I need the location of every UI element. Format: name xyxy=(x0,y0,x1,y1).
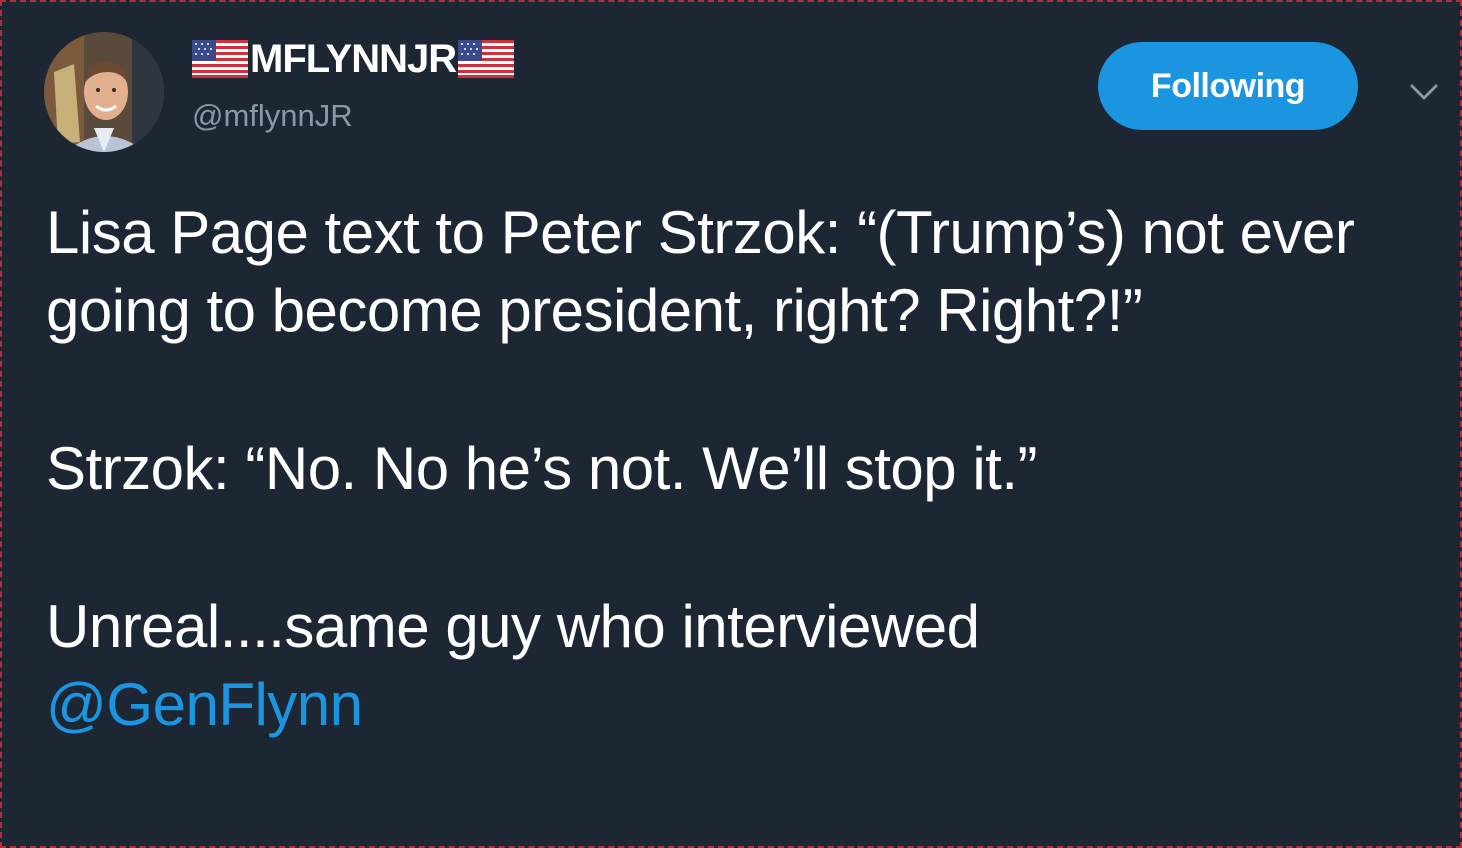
us-flag-icon xyxy=(192,40,248,78)
tweet-paragraph-1: Lisa Page text to Peter Strzok: “(Trump’… xyxy=(46,199,1371,344)
avatar[interactable] xyxy=(44,32,164,152)
mention-link[interactable]: @GenFlynn xyxy=(46,671,363,738)
user-handle[interactable]: @mflynnJR xyxy=(192,96,353,136)
us-flag-icon xyxy=(458,40,515,78)
chevron-down-icon[interactable] xyxy=(1406,74,1442,110)
tweet-text: Lisa Page text to Peter Strzok: “(Trump’… xyxy=(46,194,1426,744)
tweet-paragraph-2: Strzok: “No. No he’s not. We’ll stop it.… xyxy=(46,435,1037,502)
display-name[interactable]: MFLYNNJR xyxy=(192,36,515,82)
avatar-photo xyxy=(44,32,164,152)
display-name-text: MFLYNNJR xyxy=(250,37,457,81)
following-button[interactable]: Following xyxy=(1098,42,1358,130)
tweet-card: MFLYNNJR @mflynnJR Following Lisa Page t… xyxy=(0,0,1462,848)
tweet-paragraph-3: Unreal....same guy who interviewed xyxy=(46,593,980,660)
